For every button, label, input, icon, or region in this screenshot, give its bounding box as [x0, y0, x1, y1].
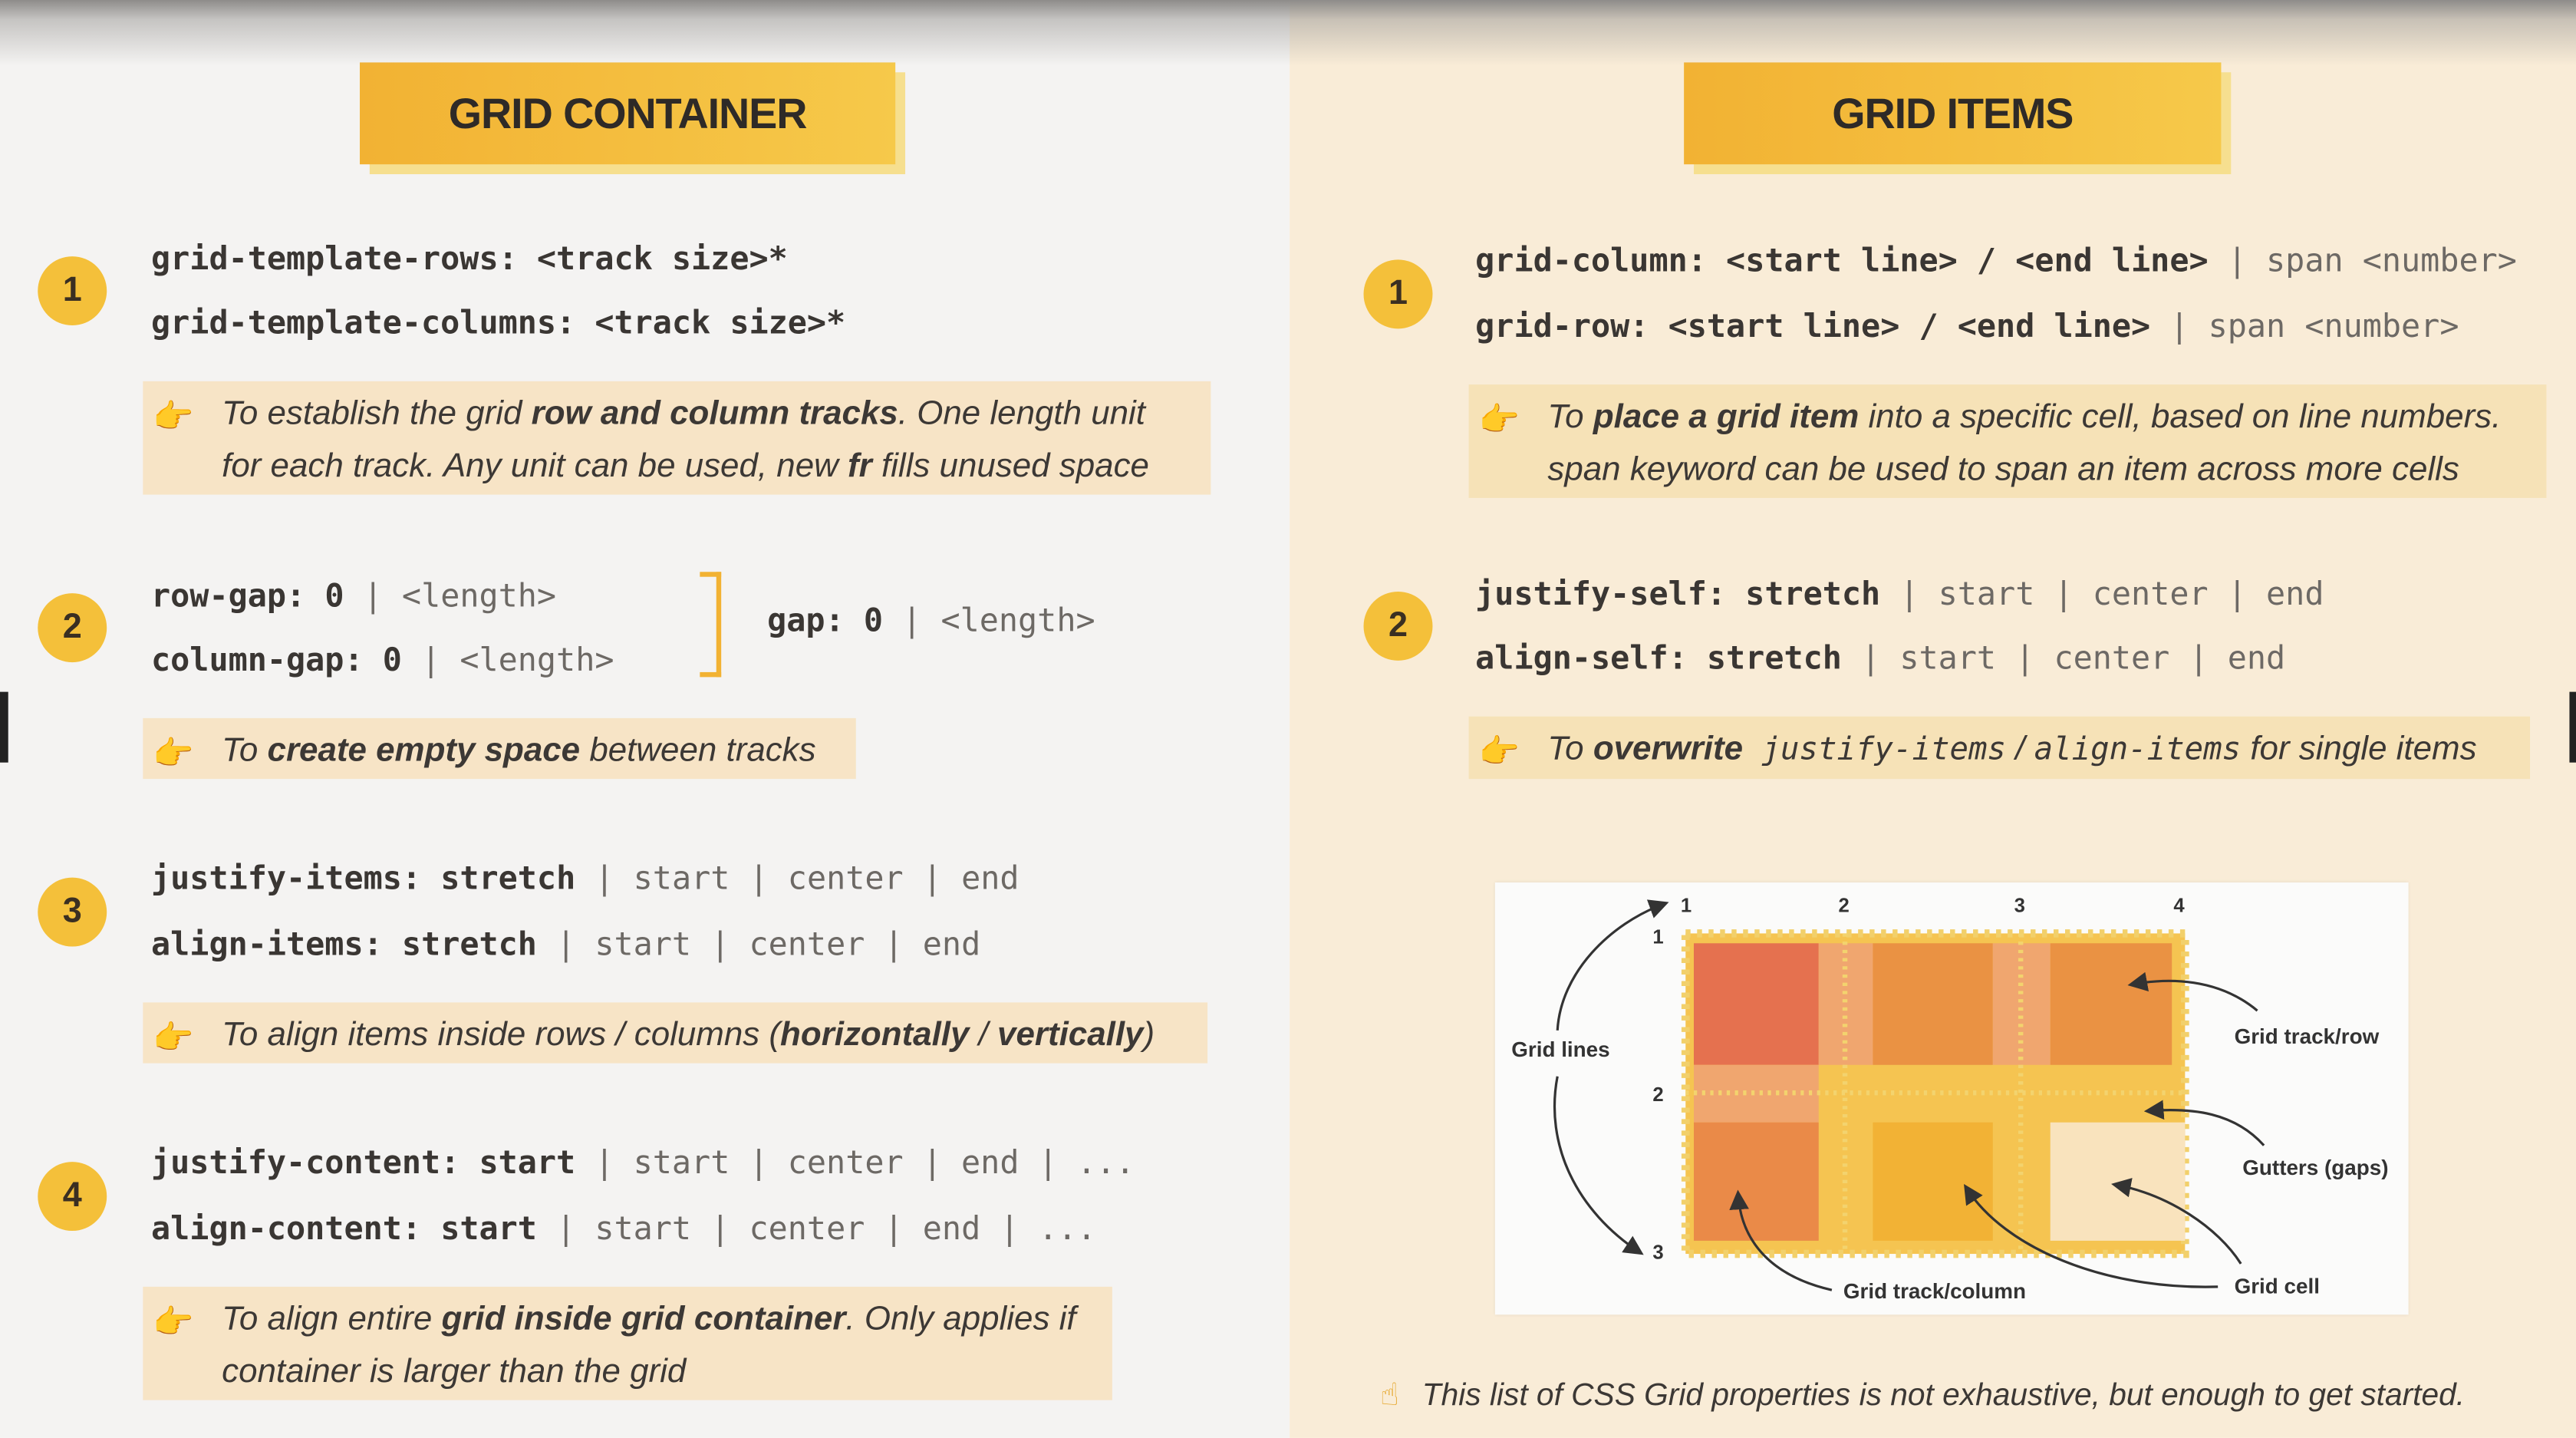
column-line-number: 4 [2173, 895, 2185, 917]
gap-bracket [700, 572, 722, 678]
gutter [1818, 943, 1873, 1065]
column-line-number: 2 [1838, 895, 1849, 917]
code-line: column-gap: 0 | <length> [151, 641, 614, 679]
code-line: align-self: stretch | start | center | e… [1475, 639, 2286, 678]
row-line-number: 1 [1652, 926, 1663, 948]
arrow [1556, 899, 1669, 1031]
label-grid-cell: Grid cell [2235, 1274, 2320, 1298]
row-line-number: 3 [1652, 1242, 1663, 1263]
pointing-hand-icon: 👉 [153, 1304, 194, 1341]
grid-cell [1693, 1122, 1819, 1241]
label-gutters: Gutters (gaps) [2242, 1156, 2388, 1179]
note-box: 👉 To establish the grid row and column t… [143, 381, 1211, 495]
grid-items-title: GRID ITEMS [1684, 62, 2222, 165]
grid-container-title: GRID CONTAINER [360, 62, 896, 165]
code-line: grid-row: <start line> / <end line> | sp… [1475, 307, 2459, 345]
code-line: justify-items: stretch | start | center … [151, 859, 1020, 898]
step-badge-1: 1 [38, 256, 107, 326]
note-box: 👉 To create empty space between tracks [143, 717, 856, 780]
code-line: grid-column: <start line> / <end line> |… [1475, 241, 2517, 280]
grid-cell [1693, 943, 1819, 1065]
arrow [1553, 1076, 1644, 1255]
note-box: 👉 To place a grid item into a specific c… [1468, 384, 2547, 498]
code-line: align-items: stretch | start | center | … [151, 925, 981, 963]
pointing-hand-icon: 👉 [153, 399, 194, 436]
gutter [1992, 943, 2051, 1065]
edge-marker [2569, 691, 2576, 763]
grid-diagram: 1 2 3 4 1 2 3 Grid lines Grid track/row … [1494, 882, 2409, 1315]
label-grid-lines: Grid lines [1511, 1037, 1609, 1061]
column-line-number: 3 [2014, 895, 2025, 917]
label-grid-track-row: Grid track/row [2235, 1024, 2380, 1048]
pointing-hand-icon: 👉 [153, 736, 194, 773]
step-badge-1: 1 [1363, 259, 1433, 329]
pointing-hand-icon: 👉 [1478, 402, 1520, 439]
code-line: align-content: start | start | center | … [151, 1209, 1097, 1248]
pointing-up-hand-icon: ☝ [1379, 1378, 1399, 1413]
edge-marker [0, 691, 8, 763]
step-badge-2: 2 [38, 593, 107, 663]
label-grid-track-column: Grid track/column [1843, 1279, 2026, 1303]
code-line: row-gap: 0 | <length> [151, 576, 557, 615]
code-line: grid-template-rows: <track size>* [151, 239, 788, 278]
footer-note: ☝ This list of CSS Grid properties is not… [1379, 1378, 2466, 1413]
grid-cell [2050, 1122, 2186, 1241]
code-line: justify-content: start | start | center … [151, 1143, 1135, 1182]
grid-cell [1873, 1122, 1993, 1241]
step-badge-2: 2 [1363, 591, 1433, 661]
grid-diagram-svg: 1 2 3 4 1 2 3 Grid lines Grid track/row … [1511, 895, 2388, 1303]
note-box: 👉 To align entire grid inside grid conta… [143, 1286, 1112, 1400]
code-line: justify-self: stretch | start | center |… [1475, 575, 2324, 613]
grid-cell [2050, 943, 2172, 1065]
step-badge-3: 3 [38, 877, 107, 947]
code-line: gap: 0 | <length> [767, 601, 1095, 640]
pointing-hand-icon: 👉 [1478, 734, 1520, 771]
note-box: 👉 To align items inside rows / columns (… [143, 1002, 1208, 1064]
grid-container-panel: GRID CONTAINER 1 grid-template-rows: <tr… [0, 0, 1290, 1438]
code-line: grid-template-columns: <track size>* [151, 304, 846, 342]
grid-cell [1873, 943, 1993, 1065]
column-line-number: 1 [1681, 895, 1692, 917]
step-badge-4: 4 [38, 1162, 107, 1232]
note-box: 👉 To overwrite justify-items / align-ite… [1468, 716, 2531, 780]
row-line-number: 2 [1652, 1084, 1663, 1106]
pointing-hand-icon: 👉 [153, 1020, 194, 1057]
